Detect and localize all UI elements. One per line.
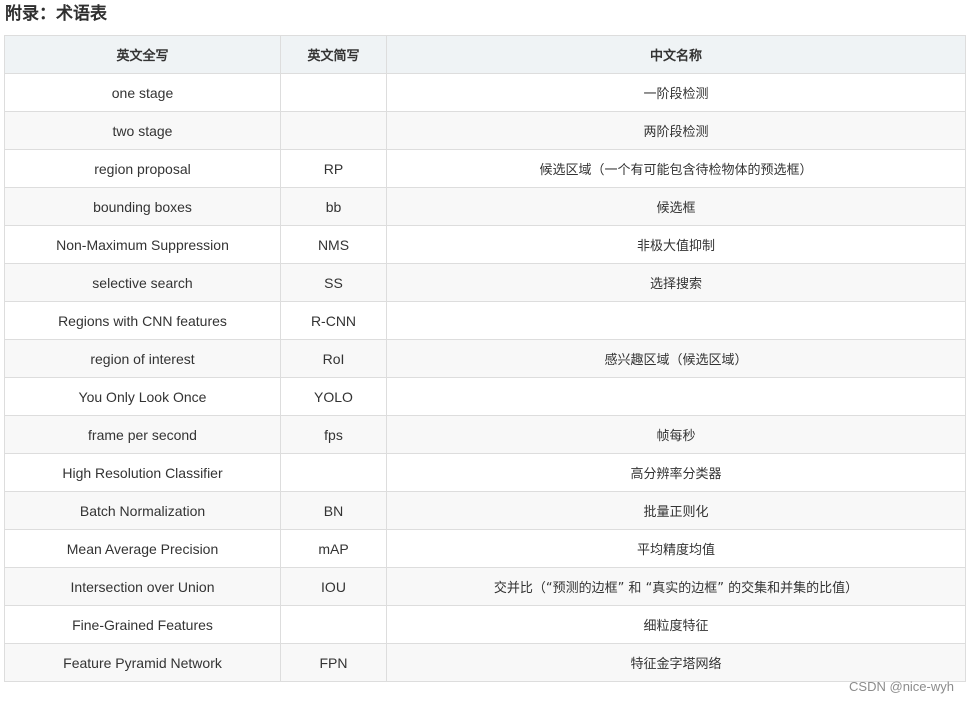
cell-chinese-name <box>386 377 966 416</box>
cell-english-abbr <box>280 605 387 644</box>
cell-english-abbr: NMS <box>280 225 387 264</box>
cell-english-full: Mean Average Precision <box>4 529 281 568</box>
cell-english-abbr: RP <box>280 149 387 188</box>
cell-chinese-name: 两阶段检测 <box>386 111 966 150</box>
cell-english-full: frame per second <box>4 415 281 454</box>
table-row: Feature Pyramid Network FPN 特征金字塔网络 <box>4 643 966 682</box>
table-row: High Resolution Classifier 高分辨率分类器 <box>4 453 966 492</box>
cell-english-full: Regions with CNN features <box>4 301 281 340</box>
cell-english-full: Intersection over Union <box>4 567 281 606</box>
cell-chinese-name: 细粒度特征 <box>386 605 966 644</box>
cell-english-full: Feature Pyramid Network <box>4 643 281 682</box>
cell-english-abbr: R-CNN <box>280 301 387 340</box>
cell-english-full: You Only Look Once <box>4 377 281 416</box>
table-row: selective search SS 选择搜索 <box>4 263 966 302</box>
cell-english-abbr <box>280 111 387 150</box>
table-row: one stage 一阶段检测 <box>4 73 966 112</box>
cell-english-full: Non-Maximum Suppression <box>4 225 281 264</box>
cell-english-abbr: bb <box>280 187 387 226</box>
cell-chinese-name: 交并比（“预测的边框” 和 “真实的边框” 的交集和并集的比值） <box>386 567 966 606</box>
cell-chinese-name: 非极大值抑制 <box>386 225 966 264</box>
cell-english-full: region of interest <box>4 339 281 378</box>
cell-english-abbr: fps <box>280 415 387 454</box>
table-row: region of interest RoI 感兴趣区域（候选区域） <box>4 339 966 378</box>
cell-chinese-name: 候选区域（一个有可能包含待检物体的预选框） <box>386 149 966 188</box>
table-row: two stage 两阶段检测 <box>4 111 966 150</box>
cell-english-full: two stage <box>4 111 281 150</box>
glossary-table: 英文全写 英文简写 中文名称 one stage 一阶段检测 two stage… <box>4 35 966 682</box>
cell-chinese-name: 选择搜索 <box>386 263 966 302</box>
cell-english-abbr <box>280 73 387 112</box>
table-row: bounding boxes bb 候选框 <box>4 187 966 226</box>
cell-chinese-name: 特征金字塔网络 <box>386 643 966 682</box>
table-row: You Only Look Once YOLO <box>4 377 966 416</box>
cell-english-full: one stage <box>4 73 281 112</box>
cell-english-abbr <box>280 453 387 492</box>
table-row: Non-Maximum Suppression NMS 非极大值抑制 <box>4 225 966 264</box>
cell-english-full: selective search <box>4 263 281 302</box>
cell-chinese-name: 感兴趣区域（候选区域） <box>386 339 966 378</box>
cell-english-abbr: YOLO <box>280 377 387 416</box>
cell-english-abbr: RoI <box>280 339 387 378</box>
cell-english-full: bounding boxes <box>4 187 281 226</box>
cell-english-full: region proposal <box>4 149 281 188</box>
page-heading: 附录：术语表 <box>5 4 107 24</box>
table-row: region proposal RP 候选区域（一个有可能包含待检物体的预选框） <box>4 149 966 188</box>
cell-english-full: Batch Normalization <box>4 491 281 530</box>
cell-chinese-name: 候选框 <box>386 187 966 226</box>
watermark: CSDN @nice-wyh <box>849 679 954 694</box>
cell-chinese-name: 批量正则化 <box>386 491 966 530</box>
column-header-chinese-name: 中文名称 <box>386 35 966 74</box>
cell-english-abbr: mAP <box>280 529 387 568</box>
column-header-english-abbr: 英文简写 <box>280 35 387 74</box>
table-row: Batch Normalization BN 批量正则化 <box>4 491 966 530</box>
table-row: Regions with CNN features R-CNN <box>4 301 966 340</box>
table-row: frame per second fps 帧每秒 <box>4 415 966 454</box>
cell-english-abbr: SS <box>280 263 387 302</box>
cell-english-full: High Resolution Classifier <box>4 453 281 492</box>
cell-chinese-name <box>386 301 966 340</box>
column-header-english-full: 英文全写 <box>4 35 281 74</box>
cell-english-abbr: FPN <box>280 643 387 682</box>
cell-chinese-name: 一阶段检测 <box>386 73 966 112</box>
table-row: Fine-Grained Features 细粒度特征 <box>4 605 966 644</box>
table-row: Intersection over Union IOU 交并比（“预测的边框” … <box>4 567 966 606</box>
cell-chinese-name: 高分辨率分类器 <box>386 453 966 492</box>
cell-english-full: Fine-Grained Features <box>4 605 281 644</box>
table-header-row: 英文全写 英文简写 中文名称 <box>4 35 966 74</box>
cell-english-abbr: IOU <box>280 567 387 606</box>
cell-chinese-name: 平均精度均值 <box>386 529 966 568</box>
cell-chinese-name: 帧每秒 <box>386 415 966 454</box>
cell-english-abbr: BN <box>280 491 387 530</box>
table-row: Mean Average Precision mAP 平均精度均值 <box>4 529 966 568</box>
